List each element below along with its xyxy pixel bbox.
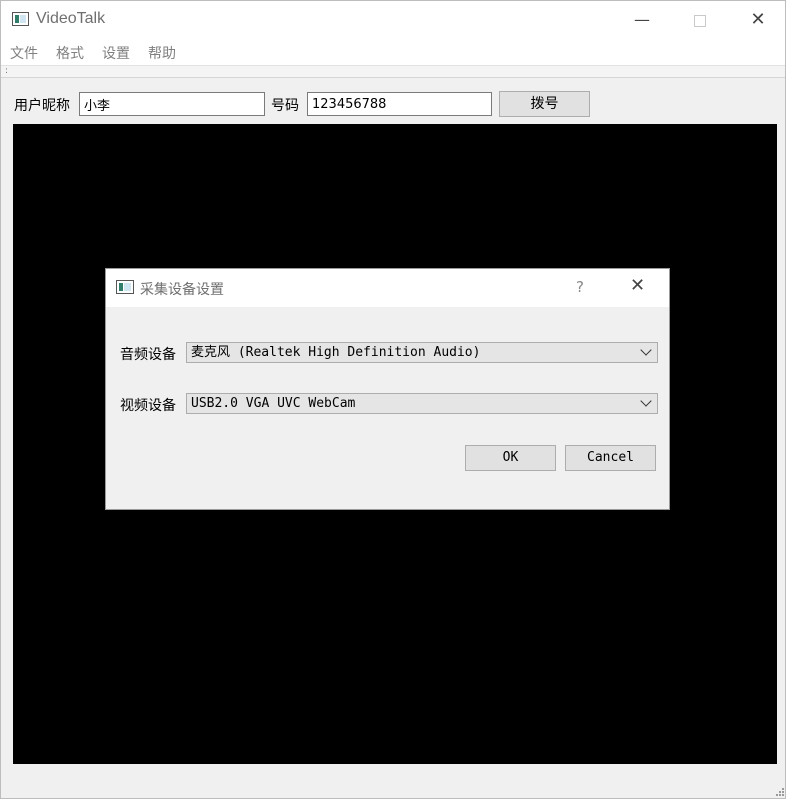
chevron-down-icon bbox=[639, 394, 653, 413]
nickname-label: 用户昵称 bbox=[14, 98, 70, 114]
capture-device-dialog: 采集设备设置 ? ✕ 音频设备 麦克风 (Realtek High Defini… bbox=[105, 268, 670, 510]
cancel-button[interactable]: Cancel bbox=[565, 445, 656, 471]
toolbar: : bbox=[1, 65, 785, 78]
resize-grip-icon[interactable] bbox=[773, 787, 785, 799]
dialog-close-button[interactable]: ✕ bbox=[630, 275, 645, 296]
ok-button[interactable]: OK bbox=[465, 445, 556, 471]
video-device-value: USB2.0 VGA UVC WebCam bbox=[191, 396, 356, 411]
window-title: VideoTalk bbox=[36, 10, 106, 27]
close-button[interactable]: ✕ bbox=[729, 1, 786, 39]
menu-item-help[interactable]: 帮助 bbox=[148, 43, 176, 63]
chevron-down-icon bbox=[639, 343, 653, 362]
audio-device-select[interactable]: 麦克风 (Realtek High Definition Audio) bbox=[186, 342, 658, 363]
dialog-title-bar[interactable]: 采集设备设置 ? ✕ bbox=[106, 269, 669, 307]
number-input[interactable] bbox=[307, 92, 492, 116]
menu-item-format[interactable]: 格式 bbox=[56, 43, 84, 63]
number-label: 号码 bbox=[271, 98, 299, 114]
dialog-window-icon bbox=[116, 280, 134, 294]
title-bar[interactable]: VideoTalk — ✕ bbox=[1, 1, 785, 39]
toolbar-grip-icon[interactable]: : bbox=[5, 67, 8, 76]
video-device-select[interactable]: USB2.0 VGA UVC WebCam bbox=[186, 393, 658, 414]
menu-bar: 文件 格式 设置 帮助 bbox=[1, 39, 785, 65]
menu-item-file[interactable]: 文件 bbox=[10, 43, 38, 63]
nickname-input[interactable] bbox=[79, 92, 265, 116]
dialog-help-button[interactable]: ? bbox=[576, 278, 584, 296]
video-device-label: 视频设备 bbox=[120, 398, 176, 414]
dialog-title: 采集设备设置 bbox=[140, 282, 224, 298]
audio-device-value: 麦克风 (Realtek High Definition Audio) bbox=[191, 345, 481, 360]
app-window-icon bbox=[12, 12, 29, 26]
dial-button[interactable]: 拨号 bbox=[499, 91, 590, 117]
maximize-button[interactable] bbox=[670, 1, 728, 39]
minimize-button[interactable]: — bbox=[613, 1, 671, 39]
call-form: 用户昵称 号码 拨号 bbox=[1, 89, 785, 119]
audio-device-label: 音频设备 bbox=[120, 347, 176, 363]
menu-item-settings[interactable]: 设置 bbox=[102, 43, 130, 63]
main-window: VideoTalk — ✕ 文件 格式 设置 帮助 : 用户昵称 号码 拨号 采… bbox=[0, 0, 786, 799]
